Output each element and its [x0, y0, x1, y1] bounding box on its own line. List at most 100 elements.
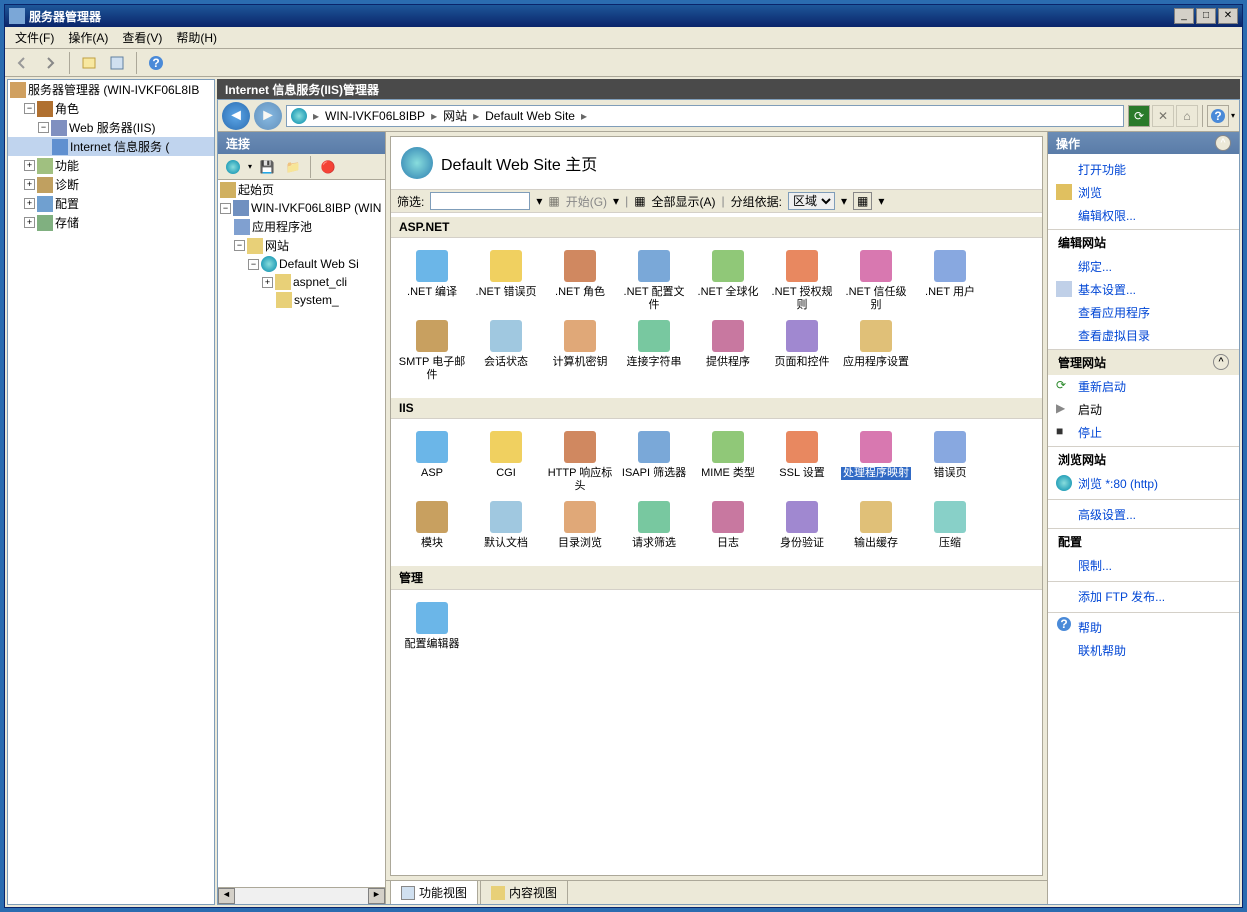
action-open-feature[interactable]: 打开功能 [1048, 158, 1239, 181]
aspnet-feature-2[interactable]: .NET 角色 [543, 246, 617, 316]
iis-feature-6[interactable]: 处理程序映射 [839, 427, 913, 497]
aspnet-feature-11[interactable]: 连接字符串 [617, 316, 691, 386]
conn-system[interactable]: system_ [218, 291, 385, 309]
tree-root[interactable]: 服务器管理器 (WIN-IVKF06L8IB [8, 80, 214, 99]
action-view-vdir[interactable]: 查看虚拟目录 [1048, 324, 1239, 347]
iis-feature-10[interactable]: 目录浏览 [543, 497, 617, 554]
action-edit-perm[interactable]: 编辑权限... [1048, 204, 1239, 227]
iis-feature-3[interactable]: ISAPI 筛选器 [617, 427, 691, 497]
iis-feature-8[interactable]: 模块 [395, 497, 469, 554]
action-bindings[interactable]: 绑定... [1048, 255, 1239, 278]
iis-feature-13[interactable]: 身份验证 [765, 497, 839, 554]
action-ftp[interactable]: 添加 FTP 发布... [1048, 581, 1239, 608]
address-bar[interactable]: ▸ WIN-IVKF06L8IBP ▸ 网站 ▸ Default Web Sit… [286, 105, 1124, 127]
conn-aspnet-cli[interactable]: +aspnet_cli [218, 273, 385, 291]
filter-showall[interactable]: 全部显示(A) [652, 193, 716, 210]
home-button[interactable]: ⌂ [1176, 105, 1198, 127]
aspnet-feature-10[interactable]: 计算机密钥 [543, 316, 617, 386]
iis-feature-5[interactable]: SSL 设置 [765, 427, 839, 497]
iis-feature-2[interactable]: HTTP 响应标头 [543, 427, 617, 497]
aspnet-feature-7[interactable]: .NET 用户 [913, 246, 987, 316]
tree-storage[interactable]: +存储 [8, 213, 214, 232]
conn-connect-button[interactable] [222, 156, 244, 178]
iis-feature-4[interactable]: MIME 类型 [691, 427, 765, 497]
menu-view[interactable]: 查看(V) [116, 27, 168, 48]
aspnet-feature-1[interactable]: .NET 错误页 [469, 246, 543, 316]
aspnet-feature-14[interactable]: 应用程序设置 [839, 316, 913, 386]
stop-button[interactable]: ✕ [1152, 105, 1174, 127]
menu-file[interactable]: 文件(F) [9, 27, 60, 48]
iis-feature-0[interactable]: ASP [395, 427, 469, 497]
nav-back-button[interactable]: ◄ [222, 102, 250, 130]
iis-feature-12[interactable]: 日志 [691, 497, 765, 554]
action-browse-80[interactable]: 浏览 *:80 (http) [1048, 472, 1239, 495]
refresh-button[interactable]: ⟳ [1128, 105, 1150, 127]
conn-save-button[interactable]: 💾 [256, 156, 278, 178]
help-button[interactable]: ? [145, 52, 167, 74]
minimize-button[interactable]: _ [1174, 8, 1194, 24]
action-basic-settings[interactable]: 基本设置... [1048, 278, 1239, 301]
iis-feature-11[interactable]: 请求筛选 [617, 497, 691, 554]
conn-default-site[interactable]: −Default Web Si [218, 255, 385, 273]
tree-webserver[interactable]: −Web 服务器(IIS) [8, 118, 214, 137]
filter-input[interactable] [430, 192, 530, 210]
aspnet-feature-0[interactable]: .NET 编译 [395, 246, 469, 316]
action-browse[interactable]: 浏览 [1048, 181, 1239, 204]
action-restart[interactable]: ⟳重新启动 [1048, 375, 1239, 398]
conn-delete-button[interactable]: 🔴 [317, 156, 339, 178]
aspnet-feature-6[interactable]: .NET 信任级别 [839, 246, 913, 316]
action-stop[interactable]: ■停止 [1048, 421, 1239, 444]
maximize-button[interactable]: □ [1196, 8, 1216, 24]
aspnet-feature-4[interactable]: .NET 全球化 [691, 246, 765, 316]
conn-start-page[interactable]: 起始页 [218, 180, 385, 199]
iis-feature-15[interactable]: 压缩 [913, 497, 987, 554]
close-button[interactable]: ✕ [1218, 8, 1238, 24]
groupby-select[interactable]: 区域 [788, 192, 835, 210]
filter-start[interactable]: 开始(G) [566, 193, 607, 210]
properties-button[interactable] [106, 52, 128, 74]
tree-config[interactable]: +配置 [8, 194, 214, 213]
server-manager-tree[interactable]: 服务器管理器 (WIN-IVKF06L8IB −角色 −Web 服务器(IIS)… [7, 79, 215, 905]
aspnet-feature-9[interactable]: 会话状态 [469, 316, 543, 386]
view-mode-button[interactable]: ▦ [853, 192, 872, 210]
iis-feature-14[interactable]: 输出缓存 [839, 497, 913, 554]
conn-server[interactable]: −WIN-IVKF06L8IBP (WIN [218, 199, 385, 217]
tree-iis[interactable]: Internet 信息服务 ( [8, 137, 214, 156]
menu-action[interactable]: 操作(A) [62, 27, 114, 48]
action-online-help[interactable]: 联机帮助 [1048, 639, 1239, 662]
collapse-manage[interactable]: ^ [1213, 354, 1229, 370]
aspnet-feature-5[interactable]: .NET 授权规则 [765, 246, 839, 316]
menu-help[interactable]: 帮助(H) [170, 27, 223, 48]
iis-feature-7[interactable]: 错误页 [913, 427, 987, 497]
conn-sites[interactable]: −网站 [218, 236, 385, 255]
aspnet-feature-12[interactable]: 提供程序 [691, 316, 765, 386]
aspnet-feature-13[interactable]: 页面和控件 [765, 316, 839, 386]
nav-forward-button[interactable]: ► [254, 102, 282, 130]
conn-folder-button[interactable]: 📁 [282, 156, 304, 178]
action-advanced[interactable]: 高级设置... [1048, 499, 1239, 526]
forward-button[interactable] [39, 52, 61, 74]
nav-help-button[interactable]: ? [1207, 105, 1229, 127]
aspnet-feature-3[interactable]: .NET 配置文件 [617, 246, 691, 316]
show-hide-button[interactable] [78, 52, 100, 74]
mgmt-feature-0[interactable]: 配置编辑器 [395, 598, 469, 655]
iis-feature-9[interactable]: 默认文档 [469, 497, 543, 554]
back-button[interactable] [11, 52, 33, 74]
tree-roles[interactable]: −角色 [8, 99, 214, 118]
collapse-actions[interactable]: ^ [1215, 135, 1231, 151]
tab-features[interactable]: 功能视图 [390, 880, 478, 904]
crumb-server[interactable]: WIN-IVKF06L8IBP [325, 109, 425, 123]
tree-features[interactable]: +功能 [8, 156, 214, 175]
titlebar[interactable]: 服务器管理器 _ □ ✕ [5, 5, 1242, 27]
tree-diag[interactable]: +诊断 [8, 175, 214, 194]
connections-tree[interactable]: 起始页 −WIN-IVKF06L8IBP (WIN 应用程序池 −网站 −Def… [218, 180, 385, 887]
aspnet-feature-8[interactable]: SMTP 电子邮件 [395, 316, 469, 386]
iis-feature-1[interactable]: CGI [469, 427, 543, 497]
action-view-apps[interactable]: 查看应用程序 [1048, 301, 1239, 324]
crumb-site[interactable]: Default Web Site [485, 109, 575, 123]
action-help[interactable]: ?帮助 [1048, 612, 1239, 639]
conn-apppools[interactable]: 应用程序池 [218, 217, 385, 236]
crumb-sites[interactable]: 网站 [443, 107, 467, 124]
action-limits[interactable]: 限制... [1048, 554, 1239, 577]
tab-content[interactable]: 内容视图 [480, 880, 568, 904]
